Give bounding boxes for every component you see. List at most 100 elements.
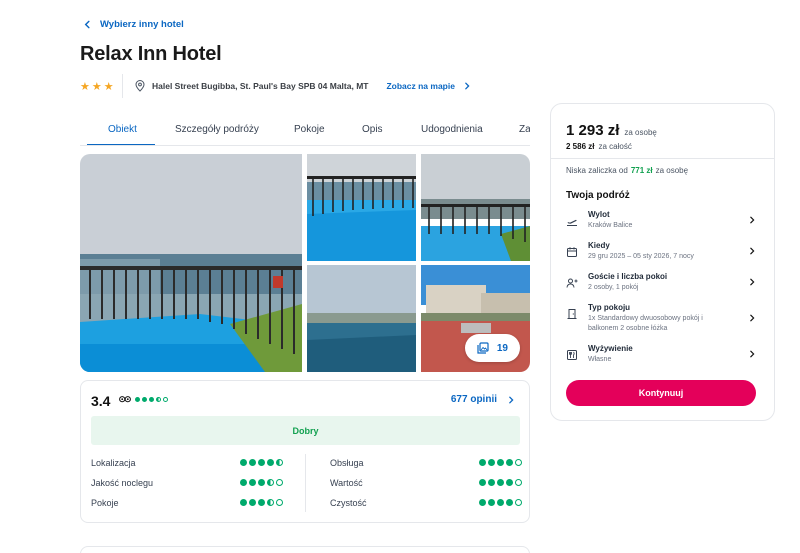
back-to-hotels-link[interactable]: Wybierz inny hotel <box>83 19 184 30</box>
tab-description[interactable]: Opis <box>362 124 383 135</box>
criterion-label: Obsługa <box>330 458 364 468</box>
tab-obiekt[interactable]: Obiekt <box>108 124 137 135</box>
star-icon: ★ <box>80 80 90 93</box>
rating-score: 3.4 <box>91 393 111 409</box>
door-icon <box>567 309 577 319</box>
rating-dot <box>506 499 513 506</box>
cutlery-icon <box>567 350 577 360</box>
calendar-icon <box>567 247 577 257</box>
chevron-right-icon <box>750 350 755 358</box>
tab-rooms[interactable]: Pokoje <box>294 124 325 135</box>
divider <box>551 158 774 159</box>
rating-dot <box>249 479 256 486</box>
rating-dot <box>488 499 495 506</box>
criterion-label: Lokalizacja <box>91 458 136 468</box>
rating-bubble <box>149 396 154 402</box>
tab-amenities[interactable]: Udogodnienia <box>421 124 483 135</box>
photos-icon <box>477 342 489 354</box>
plane-departure-icon <box>567 219 577 226</box>
criterion-dots <box>240 459 283 466</box>
tab-trip-details[interactable]: Szczegóły podróży <box>175 124 259 135</box>
criterion-dots <box>479 479 522 486</box>
address-text: Halel Street Bugibba, St. Paul's Bay SPB… <box>152 81 369 91</box>
main-photo[interactable] <box>80 154 302 372</box>
rating-dot <box>479 499 486 506</box>
hotel-stars: ★ ★ ★ <box>80 80 120 93</box>
rating-dot <box>497 499 504 506</box>
row-value: 29 gru 2025 – 05 sty 2026, 7 nocy <box>588 253 694 260</box>
row-value: Własne <box>588 356 612 363</box>
chevron-right-icon <box>509 396 514 403</box>
show-on-map-link[interactable]: Zobacz na mapie <box>386 81 471 91</box>
criterion-dots <box>479 459 522 466</box>
criterion-label: Wartość <box>330 478 363 488</box>
map-link-label: Zobacz na mapie <box>386 81 455 91</box>
continue-button[interactable]: Kontynuuj <box>566 380 756 406</box>
chevron-right-icon <box>750 216 755 224</box>
rating-dot <box>267 459 274 466</box>
gallery-photo[interactable] <box>307 154 416 261</box>
row-value: 2 osoby, 1 pokój <box>588 284 639 291</box>
chevron-right-icon <box>750 247 755 255</box>
total-suffix: za całość <box>598 142 632 151</box>
price-value: 1 293 zł <box>566 122 620 139</box>
tripadvisor-rating <box>119 395 168 403</box>
photo-gallery: 19 <box>80 154 530 372</box>
hotel-title: Relax Inn Hotel <box>80 43 222 65</box>
rating-dot <box>258 459 265 466</box>
divider <box>122 74 123 98</box>
star-icon: ★ <box>91 80 102 93</box>
rating-dot <box>267 499 274 506</box>
guests-icon <box>566 278 578 288</box>
rating-bubble <box>142 396 147 402</box>
criterion-dots <box>240 479 283 486</box>
rating-dot <box>258 479 265 486</box>
rating-card: 3.4 677 opinii Dobry Lokalizacja Jakość … <box>80 380 530 523</box>
rating-bubble <box>163 396 168 402</box>
rating-dot <box>249 459 256 466</box>
row-label: Kiedy <box>588 241 610 250</box>
rating-verdict: Dobry <box>91 416 520 445</box>
row-label: Wylot <box>588 210 610 219</box>
row-value: 1x Standardowy dwuosobowy pokój i balkon… <box>588 315 703 332</box>
tab-more[interactable]: Za <box>519 124 530 135</box>
rating-bubble <box>135 396 140 402</box>
trip-row-departure[interactable]: Wylot Kraków Balice <box>566 210 756 236</box>
reviews-count: 677 opinii <box>450 394 497 405</box>
price-total: 2 586 zł za całość <box>566 142 632 151</box>
rating-dot <box>240 499 247 506</box>
price-suffix: za osobę <box>624 128 657 137</box>
criterion-dots <box>479 499 522 506</box>
reviews-link[interactable]: 677 opinii <box>451 394 515 405</box>
row-label: Typ pokoju <box>588 303 631 312</box>
divider <box>305 454 306 512</box>
booking-summary: 1 293 zł za osobę 2 586 zł za całość Nis… <box>550 103 775 421</box>
hotel-meta: ★ ★ ★ Halel Street Bugibba, St. Paul's B… <box>80 74 471 98</box>
back-link-label: Wybierz inny hotel <box>100 19 184 30</box>
gallery-photo[interactable] <box>421 154 530 261</box>
trip-row-room-type[interactable]: Typ pokoju 1x Standardowy dwuosobowy pok… <box>566 303 756 337</box>
rating-dot <box>276 479 283 486</box>
total-value: 2 586 zł <box>566 142 595 151</box>
price-per-person: 1 293 zł za osobę <box>566 122 657 139</box>
rating-dot <box>276 459 283 466</box>
rating-dot <box>488 479 495 486</box>
deposit-suffix: za osobę <box>655 166 689 175</box>
trip-row-dates[interactable]: Kiedy 29 gru 2025 – 05 sty 2026, 7 nocy <box>566 241 756 267</box>
rating-dot <box>267 479 274 486</box>
photo-count: 19 <box>496 342 508 354</box>
rating-dot <box>515 479 522 486</box>
next-section-card <box>80 546 530 553</box>
trip-row-board[interactable]: Wyżywienie Własne <box>566 344 756 370</box>
gallery-photo[interactable] <box>307 265 416 372</box>
rating-dot <box>488 459 495 466</box>
trip-row-guests[interactable]: Goście i liczba pokoi 2 osoby, 1 pokój <box>566 272 756 298</box>
hotel-tabs: Obiekt Szczegóły podróży Pokoje Opis Udo… <box>80 114 530 146</box>
show-all-photos-button[interactable]: 19 <box>464 334 520 362</box>
criterion-label: Pokoje <box>91 498 119 508</box>
map-pin-icon <box>135 80 145 92</box>
rating-dot <box>506 459 513 466</box>
rating-dot <box>249 499 256 506</box>
rating-dot <box>240 459 247 466</box>
star-icon: ★ <box>103 80 114 93</box>
